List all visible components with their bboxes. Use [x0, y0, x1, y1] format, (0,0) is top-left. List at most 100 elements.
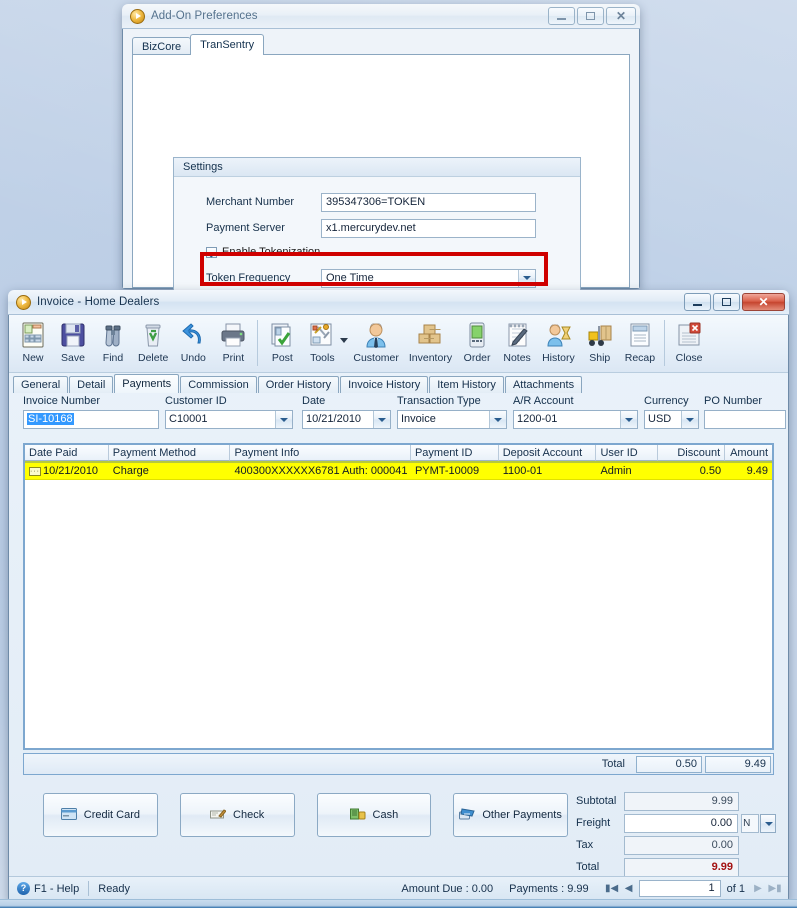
- toolbar-close-button[interactable]: Close: [669, 318, 709, 364]
- customer-id-select[interactable]: C10001: [165, 410, 293, 429]
- chevron-down-icon[interactable]: [340, 337, 349, 343]
- cell-deposit-account[interactable]: 1100-01: [499, 463, 597, 479]
- toolbar-find-button[interactable]: Find: [93, 318, 133, 364]
- tab-bizcore[interactable]: BizCore: [132, 37, 192, 55]
- next-record-icon[interactable]: ▶: [751, 881, 765, 897]
- cell-date-paid[interactable]: ··· 10/21/2010: [25, 463, 109, 479]
- toolbar-order-label: Order: [463, 352, 491, 364]
- payment-server-input[interactable]: x1.mercurydev.net: [321, 218, 536, 238]
- cell-payment-method[interactable]: Charge: [109, 463, 231, 479]
- toolbar-tools-button[interactable]: Tools: [302, 318, 342, 364]
- help-button[interactable]: ? F1 - Help: [9, 882, 79, 895]
- column-header-date-paid[interactable]: Date Paid: [25, 445, 109, 461]
- check-button[interactable]: Check: [179, 793, 295, 837]
- other-payments-label: Other Payments: [482, 809, 562, 821]
- check-icon: [210, 808, 227, 823]
- ar-account-select[interactable]: 1200-01: [513, 410, 638, 429]
- currency-value: USD: [648, 413, 672, 425]
- freight-tax-code[interactable]: N: [741, 813, 760, 833]
- tab-general[interactable]: General: [13, 376, 69, 393]
- maximize-icon[interactable]: [713, 293, 740, 311]
- cell-discount[interactable]: 0.50: [658, 463, 725, 479]
- credit-card-button[interactable]: Credit Card: [43, 793, 158, 837]
- prefs-titlebar[interactable]: Add-On Preferences ✕: [122, 4, 640, 29]
- chevron-down-icon[interactable]: [518, 269, 535, 287]
- tab-commission[interactable]: Commission: [180, 376, 257, 393]
- first-record-icon[interactable]: ▮◀: [605, 881, 619, 897]
- minimize-icon[interactable]: [684, 293, 711, 311]
- po-number-input[interactable]: [704, 410, 786, 429]
- subtotal-value: 9.99: [624, 791, 739, 811]
- cash-button[interactable]: Cash: [316, 793, 432, 837]
- table-row[interactable]: ··· 10/21/2010 Charge 400300XXXXXX6781 A…: [25, 463, 772, 480]
- invoice-window[interactable]: Invoice - Home Dealers ✕ New Save Find D…: [8, 290, 789, 901]
- transaction-type-select[interactable]: Invoice: [397, 410, 507, 429]
- toolbar-recap-label: Recap: [624, 352, 656, 364]
- cell-amount[interactable]: 9.49: [725, 463, 772, 479]
- date-input[interactable]: 10/21/2010: [302, 410, 391, 429]
- invoice-number-input[interactable]: SI-10168: [23, 410, 159, 429]
- toolbar-new-button[interactable]: New: [13, 318, 53, 364]
- chevron-down-icon[interactable]: [620, 411, 637, 428]
- grid-total-discount: 0.50: [636, 755, 702, 773]
- toolbar-inventory-button[interactable]: Inventory: [404, 318, 457, 364]
- tab-order-history[interactable]: Order History: [257, 376, 340, 393]
- transaction-type-label: Transaction Type: [397, 395, 481, 407]
- freight-input[interactable]: 0.00: [623, 813, 739, 833]
- column-header-discount[interactable]: Discount: [658, 445, 726, 461]
- payments-grid[interactable]: Date Paid Payment Method Payment Info Pa…: [23, 443, 774, 750]
- maximize-icon[interactable]: [577, 7, 604, 25]
- toolbar-delete-button[interactable]: Delete: [133, 318, 173, 364]
- tab-invoice-history[interactable]: Invoice History: [340, 376, 429, 393]
- record-navigator: ▮◀ ◀ 1 of 1 ▶ ▶▮: [605, 880, 782, 897]
- toolbar-save-button[interactable]: Save: [53, 318, 93, 364]
- toolbar-close-label: Close: [675, 352, 703, 364]
- token-frequency-select[interactable]: One Time: [321, 268, 536, 288]
- enable-tokenization-checkbox[interactable]: [206, 246, 217, 258]
- row-selector-icon[interactable]: ···: [29, 467, 41, 476]
- toolbar-order-button[interactable]: Order: [457, 318, 497, 364]
- toolbar-ship-button[interactable]: Ship: [580, 318, 620, 364]
- enable-tokenization-row[interactable]: Enable Tokenization: [174, 241, 580, 263]
- chevron-down-icon[interactable]: [275, 411, 292, 428]
- column-header-user-id[interactable]: User ID: [596, 445, 659, 461]
- merchant-number-input[interactable]: 395347306=TOKEN: [321, 192, 536, 212]
- tab-transentry[interactable]: TranSentry: [190, 34, 265, 55]
- close-icon[interactable]: ✕: [606, 7, 636, 25]
- invoice-titlebar[interactable]: Invoice - Home Dealers ✕: [8, 290, 789, 315]
- tab-attachments[interactable]: Attachments: [504, 376, 583, 393]
- toolbar-undo-button[interactable]: Undo: [173, 318, 213, 364]
- toolbar-history-button[interactable]: History: [537, 318, 580, 364]
- tab-detail[interactable]: Detail: [69, 376, 114, 393]
- tab-payments[interactable]: Payments: [114, 374, 180, 393]
- minimize-icon[interactable]: [548, 7, 575, 25]
- column-header-payment-method[interactable]: Payment Method: [108, 445, 231, 461]
- column-header-payment-id[interactable]: Payment ID: [410, 445, 499, 461]
- chevron-down-icon[interactable]: [681, 411, 698, 428]
- column-header-amount[interactable]: Amount: [725, 445, 772, 461]
- cell-user-id[interactable]: Admin: [596, 463, 658, 479]
- tab-item-history[interactable]: Item History: [429, 376, 504, 393]
- chevron-down-icon[interactable]: [489, 411, 506, 428]
- column-header-payment-info[interactable]: Payment Info: [230, 445, 411, 461]
- field-group-customer-id: Customer ID C10001: [165, 393, 300, 429]
- toolbar-customer-button[interactable]: Customer: [348, 318, 404, 364]
- last-record-icon[interactable]: ▶▮: [768, 881, 782, 897]
- cell-payment-info[interactable]: 400300XXXXXX6781 Auth: 000041: [230, 463, 411, 479]
- toolbar-notes-button[interactable]: Notes: [497, 318, 537, 364]
- chevron-down-icon[interactable]: [373, 411, 390, 428]
- other-payments-button[interactable]: Other Payments: [453, 793, 568, 837]
- cell-payment-id[interactable]: PYMT-10009: [411, 463, 499, 479]
- add-on-preferences-window[interactable]: Add-On Preferences ✕ BizCore TranSentry …: [122, 4, 640, 307]
- freight-label: Freight: [576, 817, 611, 829]
- toolbar-print-button[interactable]: Print: [213, 318, 253, 364]
- close-icon[interactable]: ✕: [742, 293, 785, 311]
- toolbar-recap-button[interactable]: Recap: [620, 318, 660, 364]
- currency-select[interactable]: USD: [644, 410, 699, 429]
- chevron-down-icon[interactable]: [760, 813, 776, 833]
- column-header-deposit-account[interactable]: Deposit Account: [498, 445, 597, 461]
- page-number-input[interactable]: 1: [638, 880, 721, 897]
- toolbar-tools-label: Tools: [310, 352, 335, 364]
- previous-record-icon[interactable]: ◀: [622, 881, 636, 897]
- toolbar-post-button[interactable]: Post: [262, 318, 302, 364]
